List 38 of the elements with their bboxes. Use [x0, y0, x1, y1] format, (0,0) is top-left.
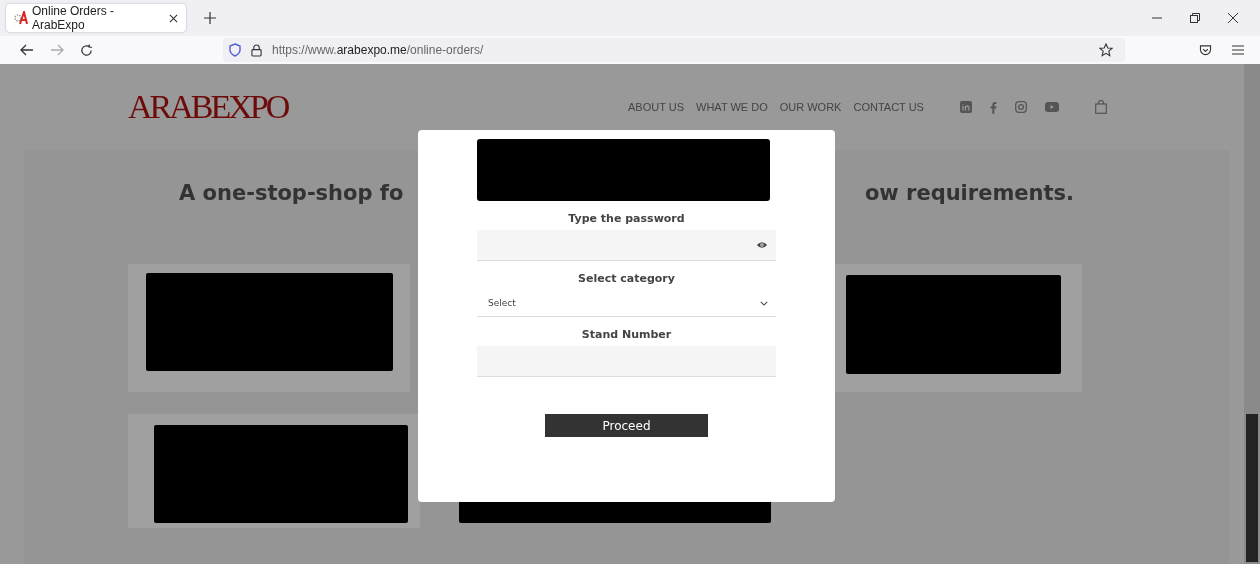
stand-number-field[interactable] — [477, 346, 776, 377]
back-arrow-icon[interactable] — [20, 44, 34, 56]
scrollbar-thumb[interactable] — [1246, 414, 1258, 562]
heading-text: A one-stop-shop fo — [179, 181, 404, 207]
heading-text: ow requirements. — [864, 181, 1074, 207]
address-bar[interactable]: https://www.arabexpo.me/online-orders/ — [223, 38, 1125, 62]
proceed-button[interactable]: Proceed — [545, 414, 708, 437]
instagram-icon[interactable] — [1014, 101, 1027, 113]
eye-icon[interactable] — [756, 241, 768, 249]
nav-link[interactable]: CONTACT US — [853, 101, 924, 113]
plus-icon[interactable] — [204, 12, 216, 24]
field-label: Type the password — [567, 212, 686, 225]
field-label: Select category — [577, 272, 676, 285]
shopping-bag-icon[interactable] — [1094, 100, 1107, 114]
lock-icon — [251, 43, 262, 57]
menu-icon[interactable] — [1232, 45, 1244, 55]
pocket-icon[interactable] — [1199, 44, 1212, 56]
youtube-icon[interactable] — [1044, 102, 1059, 112]
url-text: https://www.arabexpo.me/online-orders/ — [272, 43, 484, 57]
linkedin-icon[interactable] — [959, 101, 972, 113]
close-icon[interactable] — [1228, 13, 1238, 23]
browser-tab[interactable]: Online Orders - ArabExpo — [6, 4, 186, 32]
nav-link[interactable]: ABOUT US — [628, 101, 685, 113]
shield-icon — [229, 43, 241, 57]
password-field[interactable] — [477, 230, 776, 261]
field-label: Stand Number — [580, 328, 673, 341]
chevron-down-icon — [760, 300, 768, 306]
nav-link[interactable]: OUR WORK — [779, 101, 842, 113]
site-logo[interactable]: ARABEXPO — [128, 88, 308, 126]
star-icon[interactable] — [1099, 43, 1113, 57]
logo-icon — [14, 11, 28, 25]
restore-icon[interactable] — [1190, 13, 1200, 23]
forward-arrow-icon[interactable] — [50, 44, 64, 56]
scrollbar[interactable] — [1244, 64, 1260, 564]
nav-link[interactable]: WHAT WE DO — [696, 101, 768, 113]
reload-icon[interactable] — [80, 43, 93, 57]
facebook-icon[interactable] — [989, 100, 997, 114]
close-icon[interactable] — [169, 13, 178, 23]
